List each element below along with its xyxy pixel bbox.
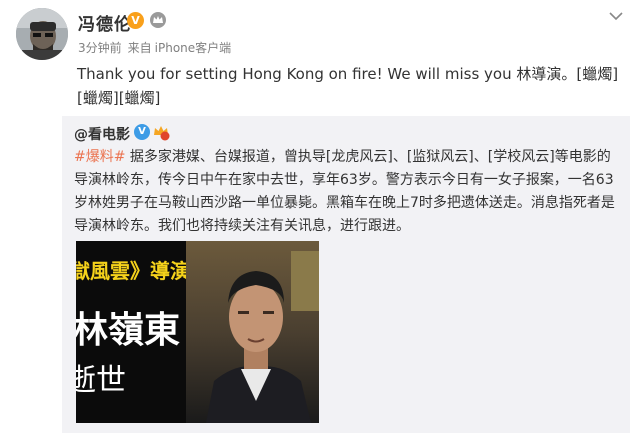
crown-badge-icon <box>150 12 166 28</box>
avatar[interactable] <box>16 8 68 60</box>
source-prefix: 来自 <box>127 41 152 55</box>
verified-v-icon: V <box>134 124 150 140</box>
post-source[interactable]: iPhone客户端 <box>155 41 232 55</box>
member-badge-icon <box>154 126 170 141</box>
post-text: Thank you for setting Hong Kong on fire!… <box>77 65 619 107</box>
repost-body: 据多家港媒、台媒报道，曾执导[龙虎风云]、[监狱风云]、[学校风云]等电影的导演… <box>74 149 615 234</box>
weibo-post-card: 冯德伦 V 3分钟前 来自 iPhone客户端 Thank you for sett… <box>0 0 640 433</box>
repost-text: #爆料# 据多家港媒、台媒报道，曾执导[龙虎风云]、[监狱风云]、[学校风云]等… <box>74 146 620 238</box>
username[interactable]: 冯德伦 <box>78 10 132 35</box>
verified-v-icon: V <box>127 12 144 29</box>
hashtag-link[interactable]: #爆料# <box>74 149 125 165</box>
post-time[interactable]: 3分钟前 <box>78 41 122 55</box>
photo-caption-line1: 獄風雲》導演 <box>76 259 190 283</box>
repost-box[interactable]: @看电影 V #爆料# 据多家港媒、台媒报道，曾执导[龙虎风云]、[监狱风云]、… <box>62 116 630 433</box>
photo-caption-line3: 逝世 <box>76 363 126 398</box>
avatar-image <box>16 8 68 60</box>
portrait-image <box>186 241 319 423</box>
chevron-down-icon[interactable] <box>608 10 624 22</box>
news-photo[interactable]: 獄風雲》導演 林嶺東 逝世 <box>76 241 319 423</box>
repost-author[interactable]: @看电影 <box>74 124 130 144</box>
photo-caption-name: 林嶺東 <box>76 309 181 351</box>
post-meta: 3分钟前 来自 iPhone客户端 <box>78 39 237 56</box>
